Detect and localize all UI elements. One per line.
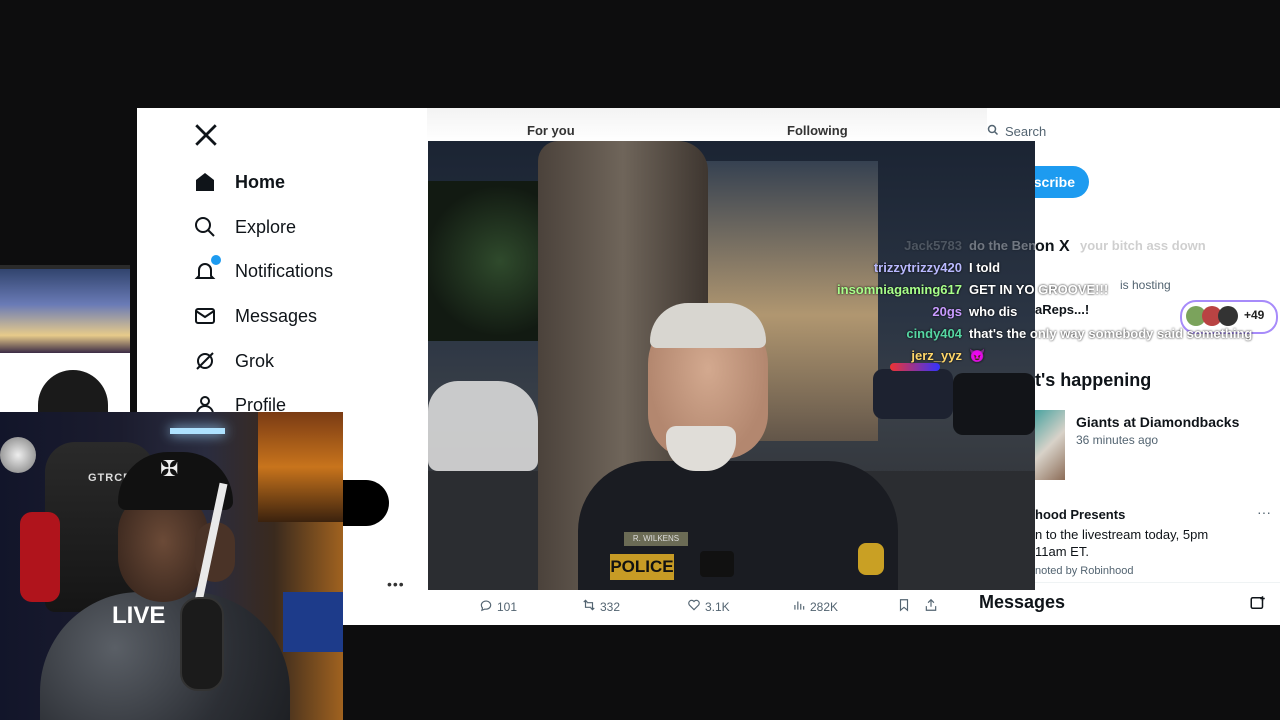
sidebar-item-label: Explore bbox=[235, 216, 297, 237]
webcam-disco-ball bbox=[0, 437, 36, 473]
sidebar-item-label: Messages bbox=[235, 305, 318, 326]
video-nametag: R. WILKENS bbox=[624, 532, 688, 546]
repost-icon bbox=[582, 598, 596, 615]
promo-sponsor: noted by Robinhood bbox=[1035, 565, 1134, 577]
timeline-tabs bbox=[427, 108, 987, 142]
video-siren-lights bbox=[890, 363, 940, 371]
chat-message: GET IN YO GROOVE!!! bbox=[969, 282, 1109, 297]
video-police-car bbox=[873, 369, 953, 419]
promo-title[interactable]: hood Presents bbox=[1035, 507, 1125, 522]
webcam-shelf bbox=[258, 412, 343, 522]
messages-drawer-title[interactable]: Messages bbox=[979, 592, 1065, 613]
sidebar-item-label: Home bbox=[235, 171, 286, 192]
microphone-icon bbox=[180, 597, 224, 691]
avatar bbox=[1218, 306, 1238, 326]
bell-icon: 1 bbox=[193, 255, 221, 283]
promo-text-line2: 11am ET. bbox=[1035, 544, 1089, 559]
video-player[interactable]: R. WILKENS POLICE bbox=[428, 141, 1035, 590]
chat-username[interactable]: cindy404 bbox=[906, 326, 962, 341]
like-button[interactable]: 3.1K bbox=[687, 598, 730, 615]
sidebar-item-explore[interactable]: Explore bbox=[193, 212, 296, 242]
video-police-car-2 bbox=[953, 373, 1035, 435]
reply-icon bbox=[479, 598, 493, 615]
chat-message: 😈 bbox=[969, 348, 986, 363]
notification-badge: 1 bbox=[211, 255, 221, 265]
video-white-car bbox=[428, 381, 538, 471]
share-button[interactable] bbox=[924, 598, 938, 615]
tab-following[interactable]: Following bbox=[787, 123, 848, 138]
bookmark-icon bbox=[897, 598, 911, 615]
trend-thumbnail[interactable] bbox=[1035, 410, 1065, 480]
chat-username[interactable]: 20gs bbox=[932, 304, 962, 319]
new-message-icon[interactable] bbox=[1249, 594, 1267, 612]
trend-title[interactable]: Giants at Diamondbacks bbox=[1076, 414, 1239, 430]
trend-time: 36 minutes ago bbox=[1076, 433, 1159, 447]
space-title[interactable]: aReps...! bbox=[1035, 302, 1089, 317]
reply-count: 101 bbox=[497, 599, 518, 614]
views-icon bbox=[792, 598, 806, 615]
promo-text-line1: n to the livestream today, 5pm bbox=[1035, 527, 1209, 542]
bg-on-x: on X bbox=[1035, 238, 1070, 255]
chat-message: who dis bbox=[969, 304, 1018, 319]
video-officer-hair bbox=[650, 303, 766, 348]
chat-username[interactable]: jerz_yyz bbox=[911, 348, 962, 363]
cross-icon: ✠ bbox=[160, 456, 179, 481]
like-count: 3.1K bbox=[705, 599, 730, 614]
sidebar-item-grok[interactable]: Grok bbox=[193, 346, 274, 376]
search-input[interactable]: Search bbox=[987, 120, 1267, 142]
sidebar-item-notifications[interactable]: 1 Notifications bbox=[193, 255, 334, 286]
webcam-light bbox=[170, 428, 225, 434]
grok-icon bbox=[193, 349, 217, 373]
mail-icon bbox=[193, 304, 217, 328]
video-bodycam bbox=[700, 551, 734, 577]
x-logo-icon[interactable] bbox=[193, 122, 219, 148]
skyline-frame bbox=[0, 265, 130, 353]
streamer-webcam: GTRCE LIVE ✠ bbox=[0, 412, 343, 720]
webcam-chair-accent bbox=[20, 512, 60, 602]
reply-button[interactable]: 101 bbox=[479, 598, 517, 615]
sidebar-item-label: Grok bbox=[235, 350, 275, 371]
chat-username[interactable]: Jack5783 bbox=[904, 238, 962, 253]
views-button[interactable]: 282K bbox=[792, 598, 838, 615]
video-police-patch: POLICE bbox=[610, 554, 674, 580]
listener-count: +49 bbox=[1244, 308, 1265, 322]
views-count: 282K bbox=[810, 599, 839, 614]
share-icon bbox=[924, 598, 938, 615]
home-icon bbox=[193, 170, 217, 194]
sidebar-item-label: Notifications bbox=[235, 260, 334, 281]
hosting-text: is hosting bbox=[1120, 278, 1171, 292]
chat-message: that's the only way somebody said someth… bbox=[969, 326, 1253, 341]
sidebar-item-home[interactable]: Home bbox=[193, 167, 285, 197]
post-action-bar: 101 332 3.1K 282K bbox=[427, 590, 947, 620]
sidebar-item-messages[interactable]: Messages bbox=[193, 301, 317, 331]
bg-text: your bitch ass down bbox=[1080, 238, 1206, 253]
video-tree-canopy bbox=[428, 181, 548, 341]
search-icon bbox=[193, 215, 217, 239]
tab-for-you[interactable]: For you bbox=[527, 123, 575, 138]
search-icon bbox=[987, 124, 999, 139]
promo-more-button[interactable]: ··· bbox=[1257, 504, 1271, 520]
chat-message: I told bbox=[969, 260, 1001, 275]
chat-username[interactable]: insomniagaming617 bbox=[837, 282, 962, 297]
repost-button[interactable]: 332 bbox=[582, 598, 620, 615]
chat-message: do the Ben bbox=[969, 238, 1037, 253]
bookmark-button[interactable] bbox=[897, 598, 911, 615]
chat-username[interactable]: trizzytrizzy420 bbox=[874, 260, 962, 275]
heart-icon bbox=[687, 598, 701, 615]
whats-happening-heading: t's happening bbox=[1035, 370, 1152, 390]
webcam-screen bbox=[283, 592, 343, 652]
more-icon[interactable]: ••• bbox=[387, 576, 405, 592]
search-placeholder: Search bbox=[1005, 123, 1047, 139]
repost-count: 332 bbox=[600, 599, 621, 614]
video-badge bbox=[858, 543, 884, 575]
